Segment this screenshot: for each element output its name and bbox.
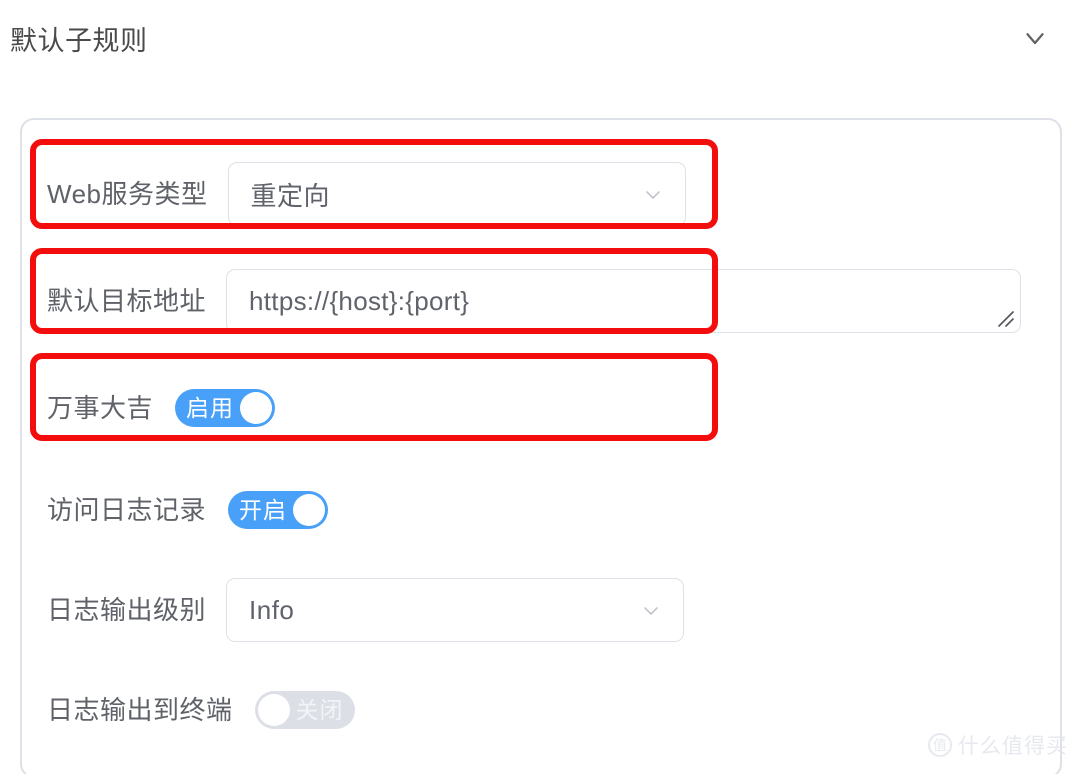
resize-handle-icon[interactable] (995, 308, 1017, 330)
page-title: 默认子规则 (10, 25, 148, 56)
label-access-log: 访问日志记录 (47, 495, 207, 525)
form-row-wanshi-dajie: 万事大吉 启用 (22, 356, 1060, 460)
collapse-header-default-subrule[interactable]: 默认子规则 (0, 0, 1080, 76)
label-log-to-terminal: 日志输出到终端 (47, 695, 233, 725)
select-web-service-type-value: 重定向 (250, 180, 331, 211)
settings-form: Web服务类型 重定向 默认目标地址 https://{host}:{port} (22, 120, 1060, 760)
label-web-service-type: Web服务类型 (47, 179, 208, 209)
select-log-level-value: Info (249, 594, 295, 625)
switch-access-log[interactable]: 开启 (228, 491, 329, 529)
watermark: 值 什么值得买 (928, 730, 1068, 760)
select-web-service-type[interactable]: 重定向 (227, 162, 686, 226)
textarea-default-target-address[interactable]: https://{host}:{port} (226, 269, 1022, 333)
switch-knob (293, 494, 326, 526)
settings-page: 默认子规则 Web服务类型 重定向 默认目标地址 https://{host}:… (0, 0, 1080, 774)
switch-log-to-terminal-label: 关闭 (295, 696, 344, 723)
switch-wanshi-dajie-label: 启用 (186, 394, 235, 421)
chevron-down-icon[interactable] (1020, 23, 1050, 53)
subrule-settings-card: Web服务类型 重定向 默认目标地址 https://{host}:{port} (20, 118, 1062, 774)
form-row-access-log: 访问日志记录 开启 (22, 460, 1060, 560)
switch-knob (257, 694, 290, 726)
form-row-log-to-terminal: 日志输出到终端 关闭 (22, 660, 1060, 760)
switch-knob (240, 392, 273, 424)
label-log-level: 日志输出级别 (47, 595, 207, 625)
textarea-default-target-address-value: https://{host}:{port} (249, 285, 470, 316)
form-row-web-service-type: Web服务类型 重定向 (22, 142, 1060, 246)
chevron-down-icon[interactable] (641, 182, 665, 206)
form-row-log-level: 日志输出级别 Info (22, 560, 1060, 660)
form-row-default-target-address: 默认目标地址 https://{host}:{port} (22, 246, 1060, 356)
label-default-target-address: 默认目标地址 (47, 286, 207, 316)
watermark-text: 什么值得买 (958, 735, 1068, 758)
watermark-badge: 值 (928, 733, 952, 757)
switch-access-log-label: 开启 (239, 496, 288, 523)
label-wanshi-dajie: 万事大吉 (47, 393, 154, 423)
switch-log-to-terminal[interactable]: 关闭 (254, 691, 355, 729)
chevron-down-icon[interactable] (639, 598, 663, 622)
select-log-level[interactable]: Info (226, 578, 685, 642)
switch-wanshi-dajie[interactable]: 启用 (175, 389, 276, 427)
